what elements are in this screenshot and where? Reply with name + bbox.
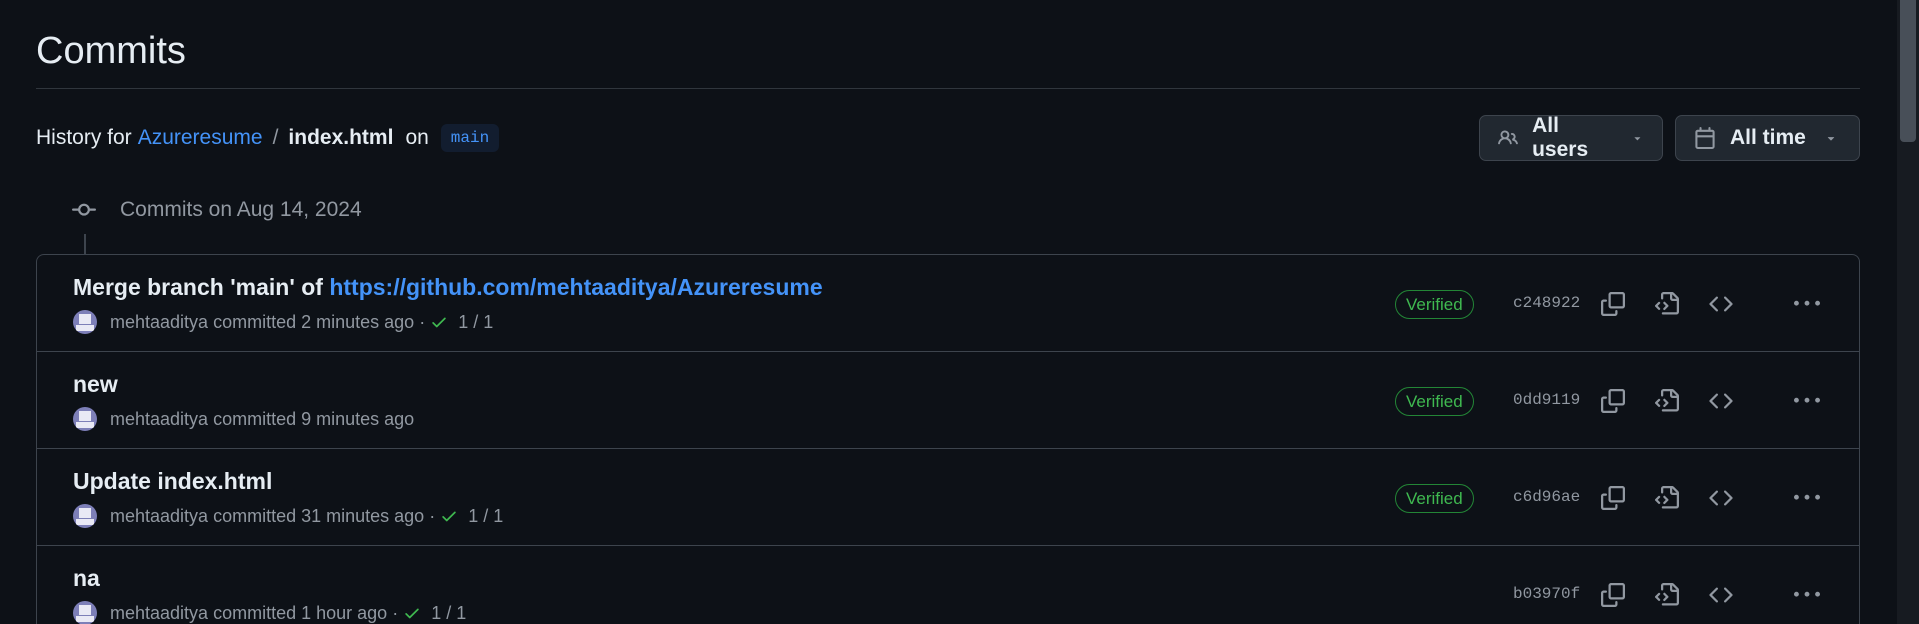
commit-sha[interactable]: b03970f <box>1513 585 1580 603</box>
copy-icon[interactable] <box>1598 289 1628 319</box>
check-status[interactable]: 1 / 1 <box>468 506 503 527</box>
breadcrumb-separator: / <box>272 126 279 149</box>
copy-icon[interactable] <box>1598 580 1628 610</box>
on-label: on <box>405 126 429 149</box>
all-users-button[interactable]: All users <box>1479 114 1663 161</box>
verified-badge[interactable]: Verified <box>1395 290 1474 319</box>
kebab-horizontal-icon[interactable] <box>1792 483 1822 513</box>
commit-sha[interactable]: c6d96ae <box>1513 488 1580 506</box>
commit-message-text[interactable]: na <box>73 565 100 591</box>
commit-time: 2 minutes ago <box>301 311 415 332</box>
commit-author[interactable]: mehtaaditya <box>110 409 208 430</box>
file-code-icon[interactable] <box>1652 483 1682 513</box>
commit-action: committed <box>213 311 297 332</box>
commit-meta: mehtaaditya committed 2 minutes ago · 1 / 1 <box>73 310 493 334</box>
kebab-horizontal-icon[interactable] <box>1792 580 1822 610</box>
file-name: index.html <box>288 126 394 149</box>
all-users-label: All users <box>1532 114 1589 161</box>
commit-list: Merge branch 'main' of https://github.co… <box>36 254 1860 624</box>
scrollbar[interactable] <box>1897 0 1919 624</box>
git-commit-icon <box>72 203 96 216</box>
caret-down-icon <box>1634 137 1641 141</box>
avatar[interactable] <box>73 504 97 528</box>
commit-meta: mehtaaditya committed 1 hour ago · 1 / 1 <box>73 601 466 624</box>
verified-badge[interactable]: Verified <box>1395 387 1474 416</box>
code-icon[interactable] <box>1706 483 1736 513</box>
history-breadcrumb: History for Azureresume / index.html on … <box>36 124 500 152</box>
commit-message-text[interactable]: Update index.html <box>73 468 272 494</box>
check-status[interactable]: 1 / 1 <box>431 603 466 624</box>
timeline-connector <box>84 234 86 254</box>
commit-message-text[interactable]: new <box>73 371 118 397</box>
meta-separator: · <box>419 311 426 332</box>
branch-badge[interactable]: main <box>440 124 500 152</box>
commit-row: Merge branch 'main' of https://github.co… <box>37 255 1859 352</box>
commit-group-header: Commits on Aug 14, 2024 <box>72 198 362 222</box>
commit-meta: mehtaaditya committed 9 minutes ago <box>73 407 414 431</box>
commit-action: committed <box>213 505 297 526</box>
avatar[interactable] <box>73 601 97 624</box>
commit-action: committed <box>213 602 297 623</box>
caret-down-icon <box>1827 137 1835 141</box>
copy-icon[interactable] <box>1598 483 1628 513</box>
commit-meta: mehtaaditya committed 31 minutes ago · 1 / … <box>73 504 503 528</box>
commit-time: 31 minutes ago <box>301 505 425 526</box>
check-icon[interactable] <box>403 604 421 622</box>
commit-message[interactable]: Merge branch 'main' of https://github.co… <box>73 274 823 301</box>
meta-separator: · <box>429 505 436 526</box>
people-icon <box>1498 130 1518 145</box>
file-code-icon[interactable] <box>1652 289 1682 319</box>
all-time-button[interactable]: All time <box>1675 115 1860 161</box>
commit-author[interactable]: mehtaaditya <box>110 312 208 333</box>
scrollbar-thumb[interactable] <box>1900 0 1916 142</box>
title-divider <box>36 88 1860 89</box>
commit-row: new mehtaaditya committed 9 minutes ago Ver… <box>37 352 1859 449</box>
commits-page: Commits History for Azureresume / index.… <box>0 0 1919 624</box>
commit-author[interactable]: mehtaaditya <box>110 506 208 527</box>
commit-message[interactable]: new <box>73 371 118 398</box>
commit-message[interactable]: na <box>73 565 100 592</box>
commit-message-text[interactable]: Merge branch 'main' of <box>73 274 323 300</box>
commit-time: 9 minutes ago <box>301 408 415 429</box>
verified-badge[interactable]: Verified <box>1395 484 1474 513</box>
copy-icon[interactable] <box>1598 386 1628 416</box>
kebab-horizontal-icon[interactable] <box>1792 289 1822 319</box>
meta-separator: · <box>392 602 399 623</box>
kebab-horizontal-icon[interactable] <box>1792 386 1822 416</box>
commit-message-link[interactable]: https://github.com/mehtaaditya/Azureresu… <box>329 274 822 300</box>
page-title: Commits <box>36 30 186 72</box>
commit-action: committed <box>213 408 297 429</box>
group-date-label: Commits on Aug 14, 2024 <box>120 198 362 221</box>
commit-row: Update index.html mehtaaditya committed 31… <box>37 449 1859 546</box>
avatar[interactable] <box>73 407 97 431</box>
file-code-icon[interactable] <box>1652 386 1682 416</box>
code-icon[interactable] <box>1706 580 1736 610</box>
code-icon[interactable] <box>1706 289 1736 319</box>
code-icon[interactable] <box>1706 386 1736 416</box>
avatar[interactable] <box>73 310 97 334</box>
all-time-label: All time <box>1730 126 1806 149</box>
commit-sha[interactable]: c248922 <box>1513 294 1580 312</box>
commit-message[interactable]: Update index.html <box>73 468 272 495</box>
commit-time: 1 hour ago <box>301 602 388 623</box>
commit-row: na mehtaaditya committed 1 hour ago · 1 / 1 b… <box>37 546 1859 624</box>
history-label: History for <box>36 126 132 149</box>
calendar-icon <box>1695 127 1715 149</box>
check-status[interactable]: 1 / 1 <box>458 312 493 333</box>
check-icon[interactable] <box>440 507 458 525</box>
repo-link[interactable]: Azureresume <box>138 126 263 150</box>
check-icon[interactable] <box>430 313 448 331</box>
commit-author[interactable]: mehtaaditya <box>110 603 208 624</box>
commit-sha[interactable]: 0dd9119 <box>1513 391 1580 409</box>
file-code-icon[interactable] <box>1652 580 1682 610</box>
